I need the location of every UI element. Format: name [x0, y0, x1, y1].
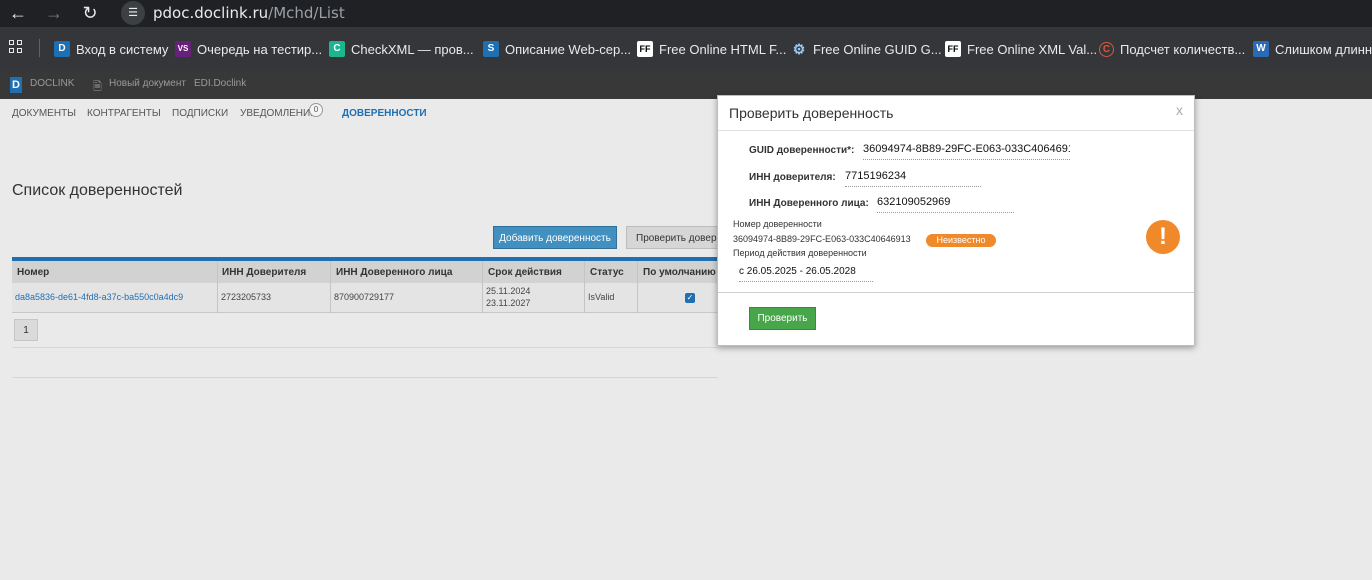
bookmark-label: Free Online GUID G... — [813, 41, 942, 57]
bookmark-test-queue[interactable]: VS Очередь на тестир... — [175, 40, 322, 58]
default-checkbox[interactable]: ✓ — [685, 293, 695, 303]
bookmark-guid-generator[interactable]: ⚙ Free Online GUID G... — [791, 40, 942, 58]
url-host: pdoc.doclink.ru — [153, 4, 269, 22]
tab-notifications[interactable]: УВЕДОМЛЕНИЯ — [240, 108, 317, 119]
bookmark-label: Free Online HTML F... — [659, 41, 787, 57]
page-title: Список доверенностей — [12, 182, 183, 199]
tab-counterparties[interactable]: КОНТРАГЕНТЫ — [87, 108, 161, 119]
check-poa-button[interactable]: Проверить доверенность — [626, 226, 720, 249]
bookmark-char-count[interactable]: C Подсчет количеств... — [1099, 40, 1245, 58]
modal-footer-divider — [718, 292, 1194, 293]
modal-header-divider — [718, 130, 1194, 131]
document-icon: 🗎 — [93, 81, 102, 93]
tab-power-of-attorney[interactable]: ДОВЕРЕННОСТИ — [342, 108, 427, 119]
gear-icon: ⚙ — [792, 41, 806, 57]
checkxml-icon: C — [329, 41, 345, 57]
warning-icon: ! — [1146, 220, 1180, 254]
bookmark-xml-validator[interactable]: FF Free Online XML Val... — [945, 40, 1097, 58]
document-icon: W — [1253, 41, 1269, 57]
bookmark-label: Подсчет количеств... — [1120, 41, 1246, 57]
logo-text[interactable]: DOCLINK — [30, 78, 74, 89]
bookmark-checkxml[interactable]: C CheckXML — пров... — [329, 40, 474, 58]
guid-input[interactable]: 36094974-8B89-29FC-E063-033C40646913 — [863, 143, 1070, 160]
table-header: Номер ИНН Доверителя ИНН Доверенного лиц… — [12, 261, 718, 283]
inn-principal-label: ИНН доверителя: — [749, 172, 836, 183]
counter-icon: C — [1099, 41, 1114, 57]
apps-grid-icon[interactable] — [9, 40, 23, 54]
bookmark-login[interactable]: D Вход в систему — [54, 40, 168, 58]
column-header-inn-principal[interactable]: ИНН Доверителя — [222, 267, 306, 278]
bookmark-label: Free Online XML Val... — [967, 41, 1098, 57]
column-divider — [637, 261, 638, 313]
poa-number-value: 36094974-8B89-29FC-E063-033C40646913 — [733, 234, 911, 244]
tab-documents[interactable]: ДОКУМЕНТЫ — [12, 108, 76, 119]
poa-number-label: Номер доверенности — [733, 219, 822, 229]
url-field[interactable]: pdoc.doclink.ru/Mchd/List — [153, 4, 345, 22]
pagination-page-1[interactable]: 1 — [14, 319, 38, 341]
cell-inn-trustee: 870900729177 — [334, 292, 395, 302]
site-info-icon[interactable]: ☰ — [121, 1, 145, 25]
column-divider — [584, 261, 585, 313]
verify-button[interactable]: Проверить — [749, 307, 816, 330]
table-row[interactable]: da8a5836-de61-4fd8-a37c-ba550c0a4dc9 272… — [12, 283, 718, 313]
doclink-icon: D — [54, 41, 70, 57]
new-document-link[interactable]: Новый документ — [109, 78, 186, 89]
cell-valid-from: 25.11.2024 — [486, 286, 531, 296]
bookmark-label: Описание Web-сер... — [505, 41, 632, 57]
status-badge: Неизвестно — [926, 234, 996, 247]
notifications-count-badge: 0 — [309, 103, 323, 117]
url-path: /Mchd/List — [268, 4, 345, 22]
forward-arrow-icon[interactable]: → — [43, 2, 65, 24]
column-header-number[interactable]: Номер — [17, 267, 49, 278]
cell-inn-principal: 2723205733 — [221, 292, 272, 302]
bookmark-label: CheckXML — пров... — [351, 41, 474, 57]
reload-icon[interactable]: ↻ — [79, 2, 101, 24]
freeformatter-icon: FF — [945, 41, 961, 57]
bookmark-label: Слишком длинны — [1275, 41, 1372, 57]
divider — [12, 377, 718, 378]
poa-number-link[interactable]: da8a5836-de61-4fd8-a37c-ba550c0a4dc9 — [15, 292, 183, 302]
guid-label: GUID доверенности*: — [749, 145, 855, 156]
inn-principal-input[interactable]: 7715196234 — [845, 170, 981, 187]
doclink-logo-icon[interactable]: D — [10, 77, 22, 93]
bookmarks-bar: D Вход в систему VS Очередь на тестир...… — [0, 27, 1372, 71]
freeformatter-icon: FF — [637, 41, 653, 57]
check-poa-modal: Проверить доверенность x GUID довереннос… — [717, 95, 1195, 346]
inn-trustee-label: ИНН Доверенного лица: — [749, 198, 869, 209]
bookmarks-divider — [39, 39, 40, 57]
period-value: с 26.05.2025 - 26.05.2028 — [739, 266, 873, 282]
bookmark-too-long[interactable]: W Слишком длинны — [1253, 40, 1372, 58]
bookmark-web-service[interactable]: S Описание Web-сер... — [483, 40, 631, 58]
cell-valid-to: 23.11.2027 — [486, 298, 531, 308]
browser-address-bar: ← → ↻ ☰ pdoc.doclink.ru/Mchd/List — [0, 0, 1372, 27]
column-divider — [330, 261, 331, 313]
column-header-status[interactable]: Статус — [590, 267, 624, 278]
divider — [12, 347, 718, 348]
column-header-inn-trustee[interactable]: ИНН Доверенного лица — [336, 267, 452, 278]
tab-signatures[interactable]: ПОДПИСКИ — [172, 108, 228, 119]
column-header-validity[interactable]: Срок действия — [488, 267, 562, 278]
period-label: Период действия доверенности — [733, 248, 867, 258]
web-service-icon: S — [483, 41, 499, 57]
cell-status: IsValid — [588, 292, 615, 302]
column-header-default[interactable]: По умолчанию — [643, 267, 716, 278]
column-divider — [482, 261, 483, 313]
column-divider — [217, 261, 218, 313]
edi-doclink-link[interactable]: EDI.Doclink — [194, 78, 246, 89]
back-arrow-icon[interactable]: ← — [7, 2, 29, 24]
bookmark-html-formatter[interactable]: FF Free Online HTML F... — [637, 40, 786, 58]
add-poa-button[interactable]: Добавить доверенность — [493, 226, 617, 249]
bookmark-label: Очередь на тестир... — [197, 41, 323, 57]
bookmark-label: Вход в систему — [76, 41, 169, 57]
close-icon[interactable]: x — [1176, 102, 1183, 118]
inn-trustee-input[interactable]: 632109052969 — [877, 196, 1014, 213]
modal-title: Проверить доверенность — [729, 105, 894, 121]
visual-studio-icon: VS — [175, 41, 191, 57]
